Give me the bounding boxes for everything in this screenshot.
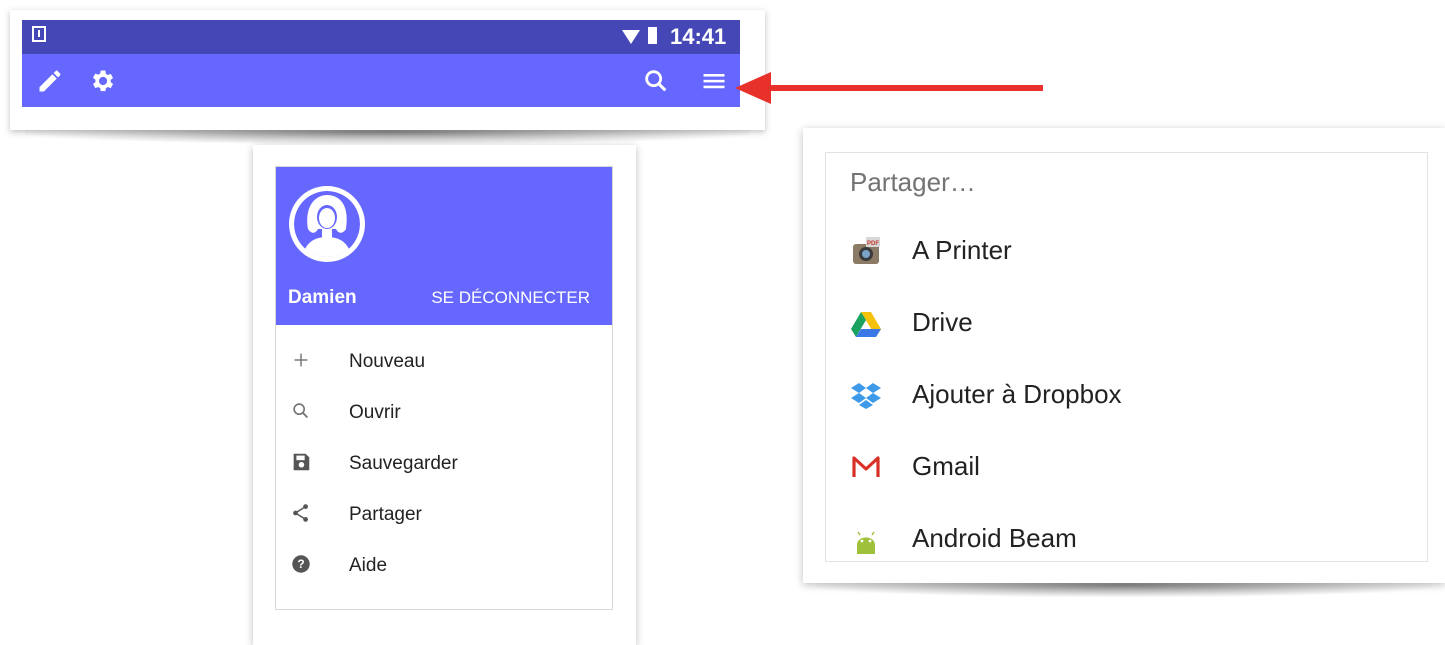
hamburger-menu-icon[interactable]	[700, 67, 728, 95]
drive-icon	[851, 312, 881, 337]
share-item-dropbox[interactable]: Ajouter à Dropbox	[826, 365, 1426, 425]
share-sheet-title: Partager…	[850, 167, 976, 197]
search-icon	[293, 403, 309, 419]
avatar[interactable]	[288, 185, 366, 263]
printer-app-icon: PDF	[853, 237, 880, 264]
menu-item-partager[interactable]: Partager	[276, 492, 612, 538]
share-item-a-printer[interactable]: PDF A Printer	[826, 221, 1426, 281]
save-icon	[293, 453, 310, 471]
share-item-label: Ajouter à Dropbox	[912, 379, 1122, 409]
wifi-icon	[622, 30, 640, 44]
menu-item-label: Sauvegarder	[349, 453, 458, 474]
gear-icon[interactable]	[88, 67, 116, 95]
app-bar	[22, 54, 740, 107]
help-icon: ?	[292, 555, 310, 573]
pencil-icon[interactable]	[36, 67, 64, 95]
svg-text:?: ?	[297, 557, 304, 571]
menu-item-ouvrir[interactable]: Ouvrir	[276, 390, 612, 436]
share-item-drive[interactable]: Drive	[826, 293, 1426, 353]
logout-button[interactable]: SE DÉCONNECTER	[431, 288, 590, 308]
status-time: 14:41	[670, 24, 727, 49]
share-icon	[293, 504, 308, 522]
share-sheet: Partager… PDF A Printer Drive Ajouter à …	[825, 152, 1428, 562]
plus-icon	[294, 353, 308, 367]
menu-item-label: Ouvrir	[349, 402, 401, 423]
menu-item-nouveau[interactable]: Nouveau	[276, 339, 612, 385]
share-item-label: Gmail	[912, 451, 980, 481]
menu-item-label: Nouveau	[349, 351, 426, 372]
share-item-gmail[interactable]: Gmail	[826, 437, 1426, 497]
menu-item-label: Partager	[349, 504, 422, 525]
gmail-icon	[852, 456, 880, 477]
user-name: Damien	[288, 287, 357, 308]
share-item-label: A Printer	[912, 235, 1012, 265]
share-item-label: Drive	[912, 307, 973, 337]
menu-item-sauvegarder[interactable]: Sauvegarder	[276, 441, 612, 487]
menu-item-label: Aide	[349, 555, 388, 576]
dropbox-icon	[851, 383, 881, 409]
download-icon	[32, 26, 46, 42]
battery-icon	[648, 27, 657, 44]
status-bar: 14:41	[22, 20, 740, 54]
red-arrow-annotation	[735, 72, 1043, 104]
search-icon[interactable]	[642, 67, 670, 95]
svg-text:PDF: PDF	[867, 241, 879, 247]
navigation-drawer: Damien SE DÉCONNECTER Nouveau Ouvrir Sau…	[275, 166, 613, 610]
share-item-label: Android Beam	[912, 523, 1077, 553]
drawer-header: Damien SE DÉCONNECTER	[276, 167, 612, 325]
menu-item-aide[interactable]: ? Aide	[276, 543, 612, 589]
android-icon	[857, 531, 875, 554]
share-item-android-beam[interactable]: Android Beam	[826, 509, 1426, 569]
